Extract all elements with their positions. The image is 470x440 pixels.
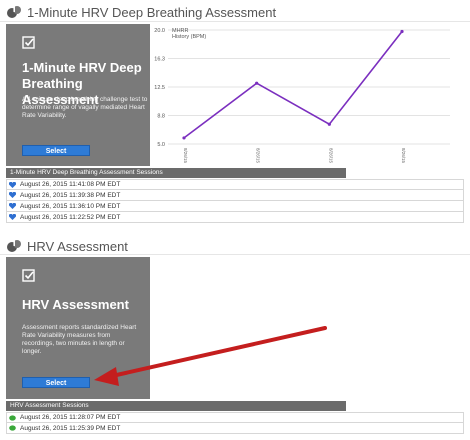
checklist-icon <box>22 36 36 50</box>
session-date[interactable]: August 26, 2015 11:22:52 PM EDT <box>20 214 120 221</box>
checklist-icon <box>22 269 36 283</box>
y-tick-label: 16.3 <box>154 57 165 63</box>
session-date[interactable]: August 26, 2015 11:28:07 PM EDT <box>20 414 120 421</box>
heart-icon <box>8 213 17 220</box>
leaf-icon <box>9 425 16 431</box>
data-point <box>255 81 259 85</box>
data-point <box>327 122 331 126</box>
sessions-list-1: August 26, 2015 11:41:08 PM EDT August 2… <box>6 179 464 223</box>
data-point <box>400 29 404 34</box>
session-row[interactable]: August 26, 2015 11:39:38 PM EDT <box>6 190 464 201</box>
y-tick-label: 20.0 <box>154 28 165 34</box>
section2-divider <box>0 254 470 255</box>
session-row[interactable]: August 26, 2015 11:41:08 PM EDT <box>6 179 464 190</box>
y-tick-label: 12.5 <box>154 85 165 91</box>
series-line <box>183 31 403 139</box>
session-row[interactable]: August 26, 2015 11:36:10 PM EDT <box>6 201 464 212</box>
session-date[interactable]: August 26, 2015 11:39:38 PM EDT <box>20 192 120 199</box>
data-point <box>182 136 186 140</box>
lungs-icon <box>6 4 22 20</box>
y-tick-label: 8.8 <box>157 114 165 120</box>
x-tick-label: 8/26/15 <box>183 148 188 164</box>
sessions-header: 1-Minute HRV Deep Breathing Assessment S… <box>6 168 346 178</box>
x-tick-label: 8/26/15 <box>401 148 406 164</box>
select-button[interactable]: Select <box>22 145 90 156</box>
card-title: HRV Assessment <box>22 297 129 312</box>
session-row[interactable]: August 26, 2015 11:22:52 PM EDT <box>6 212 464 223</box>
mhrr-history-chart: 20.0 16.3 12.5 8.8 5.0 MHRR History (BPM) 8/26/… <box>150 24 466 166</box>
section2-title: HRV Assessment <box>27 238 128 254</box>
lungs-icon <box>6 238 22 254</box>
leaf-icon <box>9 414 16 421</box>
sessions-header: HRV Assessment Sessions <box>6 401 346 411</box>
session-date[interactable]: August 26, 2015 11:36:10 PM EDT <box>20 203 120 210</box>
section1-divider <box>0 21 470 22</box>
section1-header: 1-Minute HRV Deep Breathing Assessment <box>6 4 276 20</box>
select-button[interactable]: Select <box>22 377 90 388</box>
section2-header: HRV Assessment <box>6 238 128 254</box>
sessions-list-2: August 26, 2015 11:28:07 PM EDT August 2… <box>6 412 464 434</box>
assessment-card-1: 1-Minute HRV Deep Breathing Assessment A… <box>6 24 150 166</box>
session-date[interactable]: August 26, 2015 11:41:08 PM EDT <box>20 181 120 188</box>
heart-icon <box>8 181 17 188</box>
assessment-card-2: HRV Assessment Assessment reports standa… <box>6 257 150 399</box>
y-tick-label: 5.0 <box>157 142 165 148</box>
session-date[interactable]: August 26, 2015 11:25:39 PM EDT <box>20 425 120 432</box>
heart-icon <box>8 202 17 209</box>
x-tick-label: 8/26/15 <box>328 148 333 164</box>
section1-title: 1-Minute HRV Deep Breathing Assessment <box>27 4 277 20</box>
heart-icon <box>8 191 17 198</box>
session-row[interactable]: August 26, 2015 11:28:07 PM EDT <box>6 412 464 423</box>
card-description: A 1-minute deep breathing challenge test… <box>22 96 148 119</box>
x-tick-label: 8/26/15 <box>256 148 261 164</box>
card-description: Assessment reports standardized Heart Ra… <box>22 324 137 355</box>
session-row[interactable]: August 26, 2015 11:25:39 PM EDT <box>6 423 464 434</box>
